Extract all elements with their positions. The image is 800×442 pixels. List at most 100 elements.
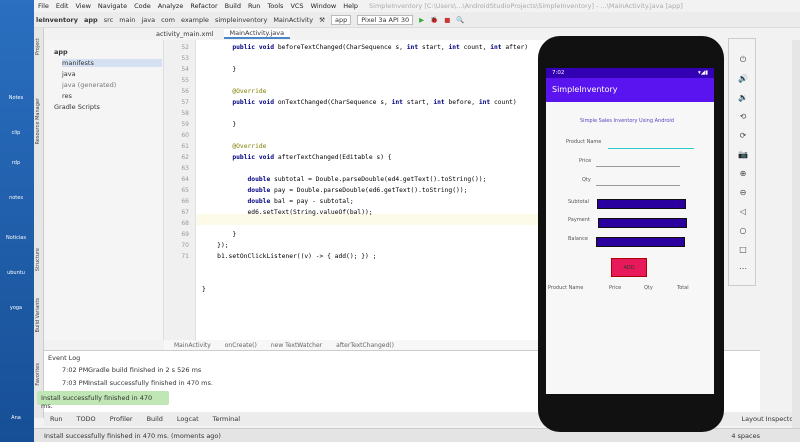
menu-help[interactable]: Help bbox=[343, 2, 358, 10]
crumb-main[interactable]: main bbox=[119, 16, 135, 24]
menu-refactor[interactable]: Refactor bbox=[190, 2, 217, 10]
menu-bar: File Edit View Navigate Code Analyze Ref… bbox=[34, 0, 800, 12]
zoom-in-icon[interactable]: ⊕ bbox=[736, 169, 750, 178]
tab-logcat[interactable]: Logcat bbox=[177, 415, 199, 423]
emulator-screen[interactable]: 7:02 ▾◢▮ SimpleInventory Simple Sales Inv… bbox=[546, 68, 714, 394]
subtotal-field[interactable] bbox=[597, 199, 686, 209]
tree-java-generated[interactable]: java (generated) bbox=[62, 81, 116, 89]
tab-layout-inspector[interactable]: Layout Inspector bbox=[742, 415, 796, 423]
camera-icon[interactable]: 📷 bbox=[736, 150, 750, 159]
crumb-example[interactable]: example bbox=[181, 16, 209, 24]
payment-field[interactable] bbox=[598, 218, 687, 228]
install-notification[interactable]: Install successfully finished in 470 ms. bbox=[37, 391, 169, 410]
overview-icon[interactable]: □ bbox=[736, 245, 750, 254]
line-number: 64 bbox=[181, 176, 189, 183]
run-icon[interactable]: ▶ bbox=[419, 16, 424, 24]
device-select[interactable]: Pixel 3a API 30 bbox=[357, 14, 414, 25]
zoom-out-icon[interactable]: ⊖ bbox=[736, 188, 750, 197]
desktop-icon[interactable]: Notes bbox=[4, 95, 28, 101]
editor-tabs: activity_main.xml MainActivity.java bbox=[46, 28, 546, 40]
power-icon[interactable]: ⏻ bbox=[736, 55, 750, 65]
indent-setting[interactable]: 4 spaces bbox=[731, 432, 760, 440]
menu-tools[interactable]: Tools bbox=[267, 2, 283, 10]
crumb-app[interactable]: app bbox=[84, 16, 98, 24]
tree-app[interactable]: app bbox=[54, 48, 68, 56]
tool-build-variants[interactable]: Build Variants bbox=[35, 298, 41, 332]
tool-favorites[interactable]: Favorites bbox=[35, 363, 41, 386]
crumb-package[interactable]: simpleinventory bbox=[215, 16, 267, 24]
tree-res[interactable]: res bbox=[62, 92, 72, 100]
line-number: 62 bbox=[181, 154, 189, 161]
stop-icon[interactable]: ■ bbox=[444, 16, 450, 24]
tree-manifests[interactable]: manifests bbox=[62, 59, 162, 67]
line-number: 57 bbox=[181, 99, 189, 106]
code-line: public void afterTextChanged(Editable s)… bbox=[232, 154, 392, 161]
desktop-icon[interactable]: clip bbox=[4, 130, 28, 136]
menu-run[interactable]: Run bbox=[248, 2, 260, 10]
menu-view[interactable]: View bbox=[75, 2, 90, 10]
crumb-oncreate[interactable]: onCreate() bbox=[225, 342, 257, 349]
home-icon[interactable]: ○ bbox=[736, 226, 750, 235]
code-editor[interactable]: public void beforeTextChanged(CharSequen… bbox=[196, 40, 568, 340]
hammer-icon[interactable]: ⚒ bbox=[319, 16, 325, 24]
back-icon[interactable]: ◁ bbox=[736, 207, 750, 216]
tab-main-activity-java[interactable]: MainActivity.java bbox=[223, 29, 291, 39]
price-input[interactable] bbox=[596, 166, 680, 167]
tool-resource-manager[interactable]: Resource Manager bbox=[35, 98, 41, 144]
menu-file[interactable]: File bbox=[38, 2, 49, 10]
tab-activity-main-xml[interactable]: activity_main.xml bbox=[156, 30, 214, 38]
crumb-mainactivity[interactable]: MainActivity bbox=[174, 342, 211, 349]
debug-icon[interactable]: 🐞 bbox=[430, 16, 438, 24]
tab-profiler[interactable]: Profiler bbox=[110, 415, 133, 423]
line-number: 61 bbox=[181, 143, 189, 150]
tree-java[interactable]: java bbox=[62, 70, 76, 78]
desktop-icon[interactable]: ubuntu bbox=[4, 270, 28, 276]
crumb-class[interactable]: MainActivity bbox=[273, 16, 313, 24]
menu-build[interactable]: Build bbox=[225, 2, 241, 10]
product-name-input[interactable] bbox=[608, 148, 694, 149]
menu-navigate[interactable]: Navigate bbox=[98, 2, 127, 10]
tool-structure[interactable]: Structure bbox=[35, 248, 41, 271]
desktop-icon[interactable]: Ana bbox=[4, 415, 28, 421]
balance-field[interactable] bbox=[596, 237, 685, 247]
tool-project[interactable]: Project bbox=[35, 38, 41, 55]
crumb-project[interactable]: leInventory bbox=[36, 16, 78, 24]
crumb-aftertextchanged[interactable]: afterTextChanged() bbox=[336, 342, 394, 349]
output-label: Payment bbox=[568, 217, 590, 223]
menu-code[interactable]: Code bbox=[134, 2, 151, 10]
more-icon[interactable]: ⋯ bbox=[736, 264, 750, 273]
code-line: double bal = pay - subtotal; bbox=[247, 198, 354, 205]
crumb-java[interactable]: java bbox=[141, 16, 155, 24]
desktop-icon[interactable]: yoga bbox=[4, 305, 28, 311]
volume-down-icon[interactable]: 🔉 bbox=[736, 93, 750, 102]
code-line: } bbox=[202, 286, 206, 293]
tree-gradle-scripts[interactable]: Gradle Scripts bbox=[54, 103, 100, 111]
menu-edit[interactable]: Edit bbox=[56, 2, 69, 10]
tab-run[interactable]: Run bbox=[50, 415, 62, 423]
column-header: Total bbox=[677, 285, 689, 291]
tab-terminal[interactable]: Terminal bbox=[213, 415, 240, 423]
run-config-select[interactable]: app bbox=[330, 14, 352, 25]
desktop-icon[interactable]: Noticias bbox=[4, 235, 28, 241]
crumb-src[interactable]: src bbox=[104, 16, 114, 24]
volume-up-icon[interactable]: 🔊 bbox=[736, 74, 750, 83]
menu-analyze[interactable]: Analyze bbox=[158, 2, 184, 10]
tab-todo[interactable]: TODO bbox=[76, 415, 95, 423]
search-icon[interactable]: 🔍 bbox=[456, 16, 464, 24]
desktop-icon[interactable]: rdp bbox=[4, 160, 28, 166]
crumb-textwatcher[interactable]: new TextWatcher bbox=[271, 342, 322, 349]
desktop-icon[interactable]: notes bbox=[4, 195, 28, 201]
crumb-com[interactable]: com bbox=[161, 16, 175, 24]
rotate-left-icon[interactable]: ⟲ bbox=[736, 112, 750, 121]
qty-input[interactable] bbox=[596, 185, 680, 186]
event-text: Install successfully finished in 470 ms. bbox=[88, 379, 213, 387]
output-label: Balance bbox=[568, 236, 588, 242]
line-number: 71 bbox=[181, 253, 189, 260]
menu-vcs[interactable]: VCS bbox=[290, 2, 303, 10]
rotate-right-icon[interactable]: ⟳ bbox=[736, 131, 750, 140]
tab-build[interactable]: Build bbox=[147, 415, 163, 423]
line-number: 59 bbox=[181, 121, 189, 128]
menu-window[interactable]: Window bbox=[311, 2, 337, 10]
line-number: 70 bbox=[181, 242, 189, 249]
add-button[interactable]: ADD bbox=[611, 258, 647, 277]
